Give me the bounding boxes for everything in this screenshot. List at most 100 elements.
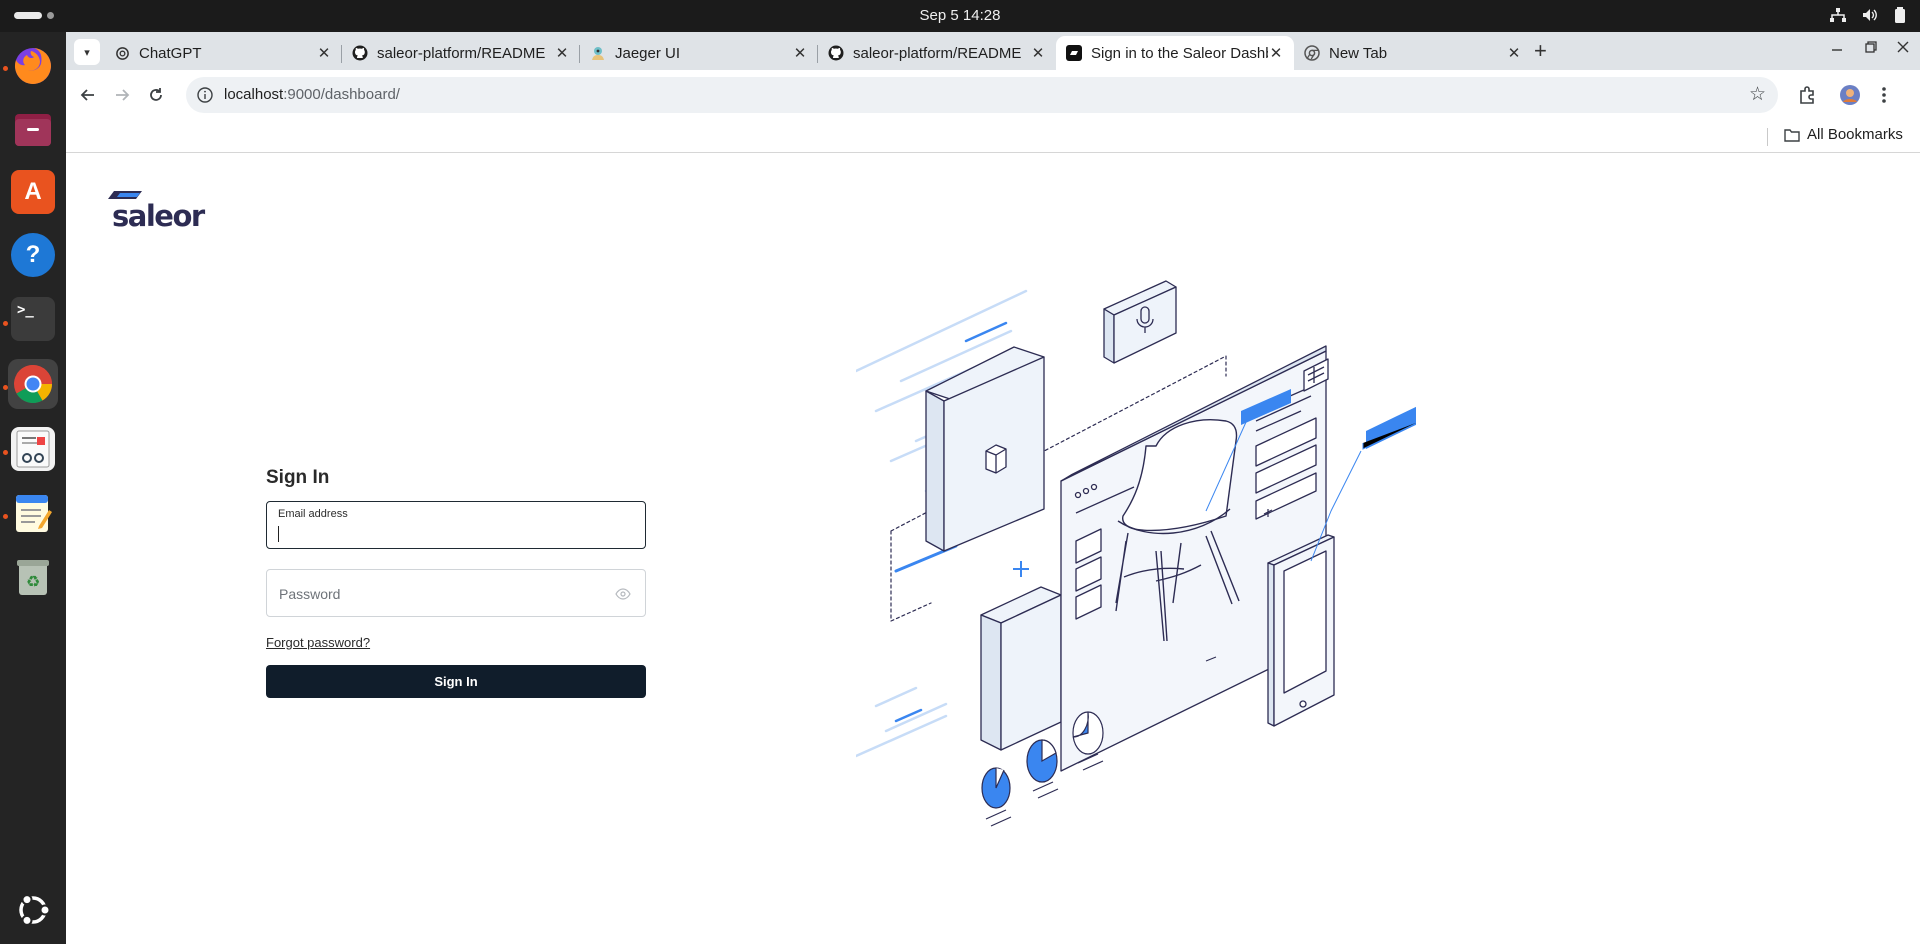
dock-text-editor[interactable] (8, 488, 58, 538)
system-top-bar: Sep 5 14:28 (0, 0, 1920, 32)
dock-help[interactable]: ? (8, 230, 58, 280)
text-cursor (278, 526, 279, 542)
tab-chatgpt[interactable]: ChatGPT ✕ (104, 36, 342, 70)
login-illustration (856, 280, 1416, 827)
dock-trash[interactable]: ♻ (8, 552, 58, 602)
restore-button[interactable] (1864, 40, 1878, 59)
tab-title: saleor-platform/README (853, 44, 1022, 62)
chrome-icon (11, 362, 55, 406)
reload-icon (150, 88, 162, 101)
system-tray[interactable] (1830, 7, 1906, 26)
chevron-down-icon: ▾ (84, 46, 90, 59)
tab-search-button[interactable]: ▾ (74, 39, 100, 65)
tab-title: New Tab (1329, 44, 1388, 62)
info-icon[interactable] (196, 86, 214, 104)
browser-toolbar: localhost:9000/dashboard/ ☆ (66, 70, 1920, 120)
restore-icon (1865, 41, 1877, 53)
svg-text:♻: ♻ (26, 572, 40, 591)
eye-icon[interactable] (615, 588, 631, 600)
saleor-icon (1066, 45, 1082, 61)
dock-chrome[interactable] (8, 359, 58, 409)
ubuntu-logo-icon[interactable] (13, 890, 53, 930)
plus-icon: + (1534, 38, 1547, 63)
saleor-logo[interactable]: saleor (106, 189, 205, 233)
url-text[interactable]: localhost:9000/dashboard/ (224, 86, 400, 103)
bookmark-star-icon[interactable]: ☆ (1749, 83, 1766, 106)
files-icon (11, 107, 55, 151)
tab-saleor-readme-2[interactable]: saleor-platform/README ✕ (818, 36, 1056, 70)
minimize-button[interactable] (1830, 40, 1844, 59)
more-vert-icon (1882, 87, 1886, 103)
email-field[interactable]: Email address (266, 501, 646, 549)
chatgpt-icon (114, 45, 130, 61)
forgot-password-link[interactable]: Forgot password? (266, 635, 370, 650)
profile-button[interactable] (1838, 83, 1862, 107)
sign-in-button[interactable]: Sign In (266, 665, 646, 698)
tab-saleor-sign-in[interactable]: Sign in to the Saleor Dashboard ✕ (1056, 36, 1294, 70)
forward-button[interactable] (110, 83, 134, 107)
minimize-icon (1832, 49, 1842, 51)
volume-icon (1862, 8, 1878, 25)
address-bar[interactable]: localhost:9000/dashboard/ ☆ (186, 77, 1778, 113)
system-clock[interactable]: Sep 5 14:28 (0, 7, 1920, 24)
firefox-icon (11, 44, 55, 88)
dock-document-viewer[interactable] (8, 424, 58, 474)
avatar (1840, 85, 1860, 105)
dock-firefox[interactable] (8, 41, 58, 91)
close-icon[interactable]: ✕ (1268, 44, 1284, 62)
close-icon[interactable]: ✕ (1030, 44, 1046, 62)
arrow-left-icon (80, 89, 94, 101)
extensions-button[interactable] (1796, 83, 1820, 107)
password-placeholder: Password (279, 586, 341, 602)
saleor-logo-text: saleor (112, 199, 205, 233)
tab-title: saleor-platform/README (377, 44, 546, 62)
back-button[interactable] (76, 83, 100, 107)
folder-icon (1784, 128, 1800, 142)
close-icon[interactable]: ✕ (554, 44, 570, 62)
email-field-label: Email address (278, 508, 348, 520)
browser-tab-strip: ▾ ChatGPT ✕ saleor-platform/README ✕ Jae… (66, 32, 1920, 70)
app-center-icon: A (11, 170, 55, 214)
page-title: Sign In (266, 467, 330, 488)
close-icon (1897, 41, 1909, 53)
password-field[interactable]: Password (266, 569, 646, 617)
network-icon (1830, 8, 1846, 25)
sign-in-form: Sign In Email address Password Forgot pa… (266, 467, 646, 698)
all-bookmarks-button[interactable]: All Bookmarks (1784, 126, 1903, 143)
text-editor-icon (11, 491, 55, 535)
dock-app-center[interactable]: A (8, 167, 58, 217)
battery-icon (1894, 7, 1906, 26)
document-viewer-icon (11, 427, 55, 471)
tab-title: Jaeger UI (615, 44, 681, 62)
chrome-menu-button[interactable] (1872, 83, 1896, 107)
tab-title: ChatGPT (139, 44, 202, 62)
tab-saleor-readme-1[interactable]: saleor-platform/README ✕ (342, 36, 580, 70)
puzzle-icon (1800, 86, 1814, 104)
tab-jaeger-ui[interactable]: Jaeger UI ✕ (580, 36, 818, 70)
tab-new-tab[interactable]: New Tab ✕ (1294, 36, 1532, 70)
jaeger-icon (590, 45, 606, 61)
url-path: :9000/dashboard/ (283, 86, 400, 103)
saleor-login-page: saleor Sign In Email address Password Fo… (66, 153, 1920, 944)
close-icon[interactable]: ✕ (316, 44, 332, 62)
arrow-right-icon (116, 89, 130, 101)
bookmarks-bar: All Bookmarks (66, 120, 1920, 153)
dock: A ? >_ ♻ (0, 32, 66, 944)
url-host: localhost (224, 86, 284, 103)
new-tab-button[interactable]: + (1534, 38, 1547, 63)
close-window-button[interactable] (1896, 40, 1910, 59)
github-icon (352, 45, 368, 61)
trash-icon: ♻ (11, 555, 55, 599)
reload-button[interactable] (144, 83, 168, 107)
chrome-icon (1304, 45, 1320, 61)
tab-title: Sign in to the Saleor Dashboard (1091, 44, 1268, 62)
dock-terminal[interactable]: >_ (8, 294, 58, 344)
dock-files[interactable] (8, 104, 58, 154)
close-icon[interactable]: ✕ (792, 44, 808, 62)
bookmarks-divider (1767, 128, 1768, 146)
all-bookmarks-label: All Bookmarks (1807, 126, 1903, 143)
close-icon[interactable]: ✕ (1506, 44, 1522, 62)
github-icon (828, 45, 844, 61)
terminal-icon: >_ (11, 297, 55, 341)
help-icon: ? (11, 233, 55, 277)
